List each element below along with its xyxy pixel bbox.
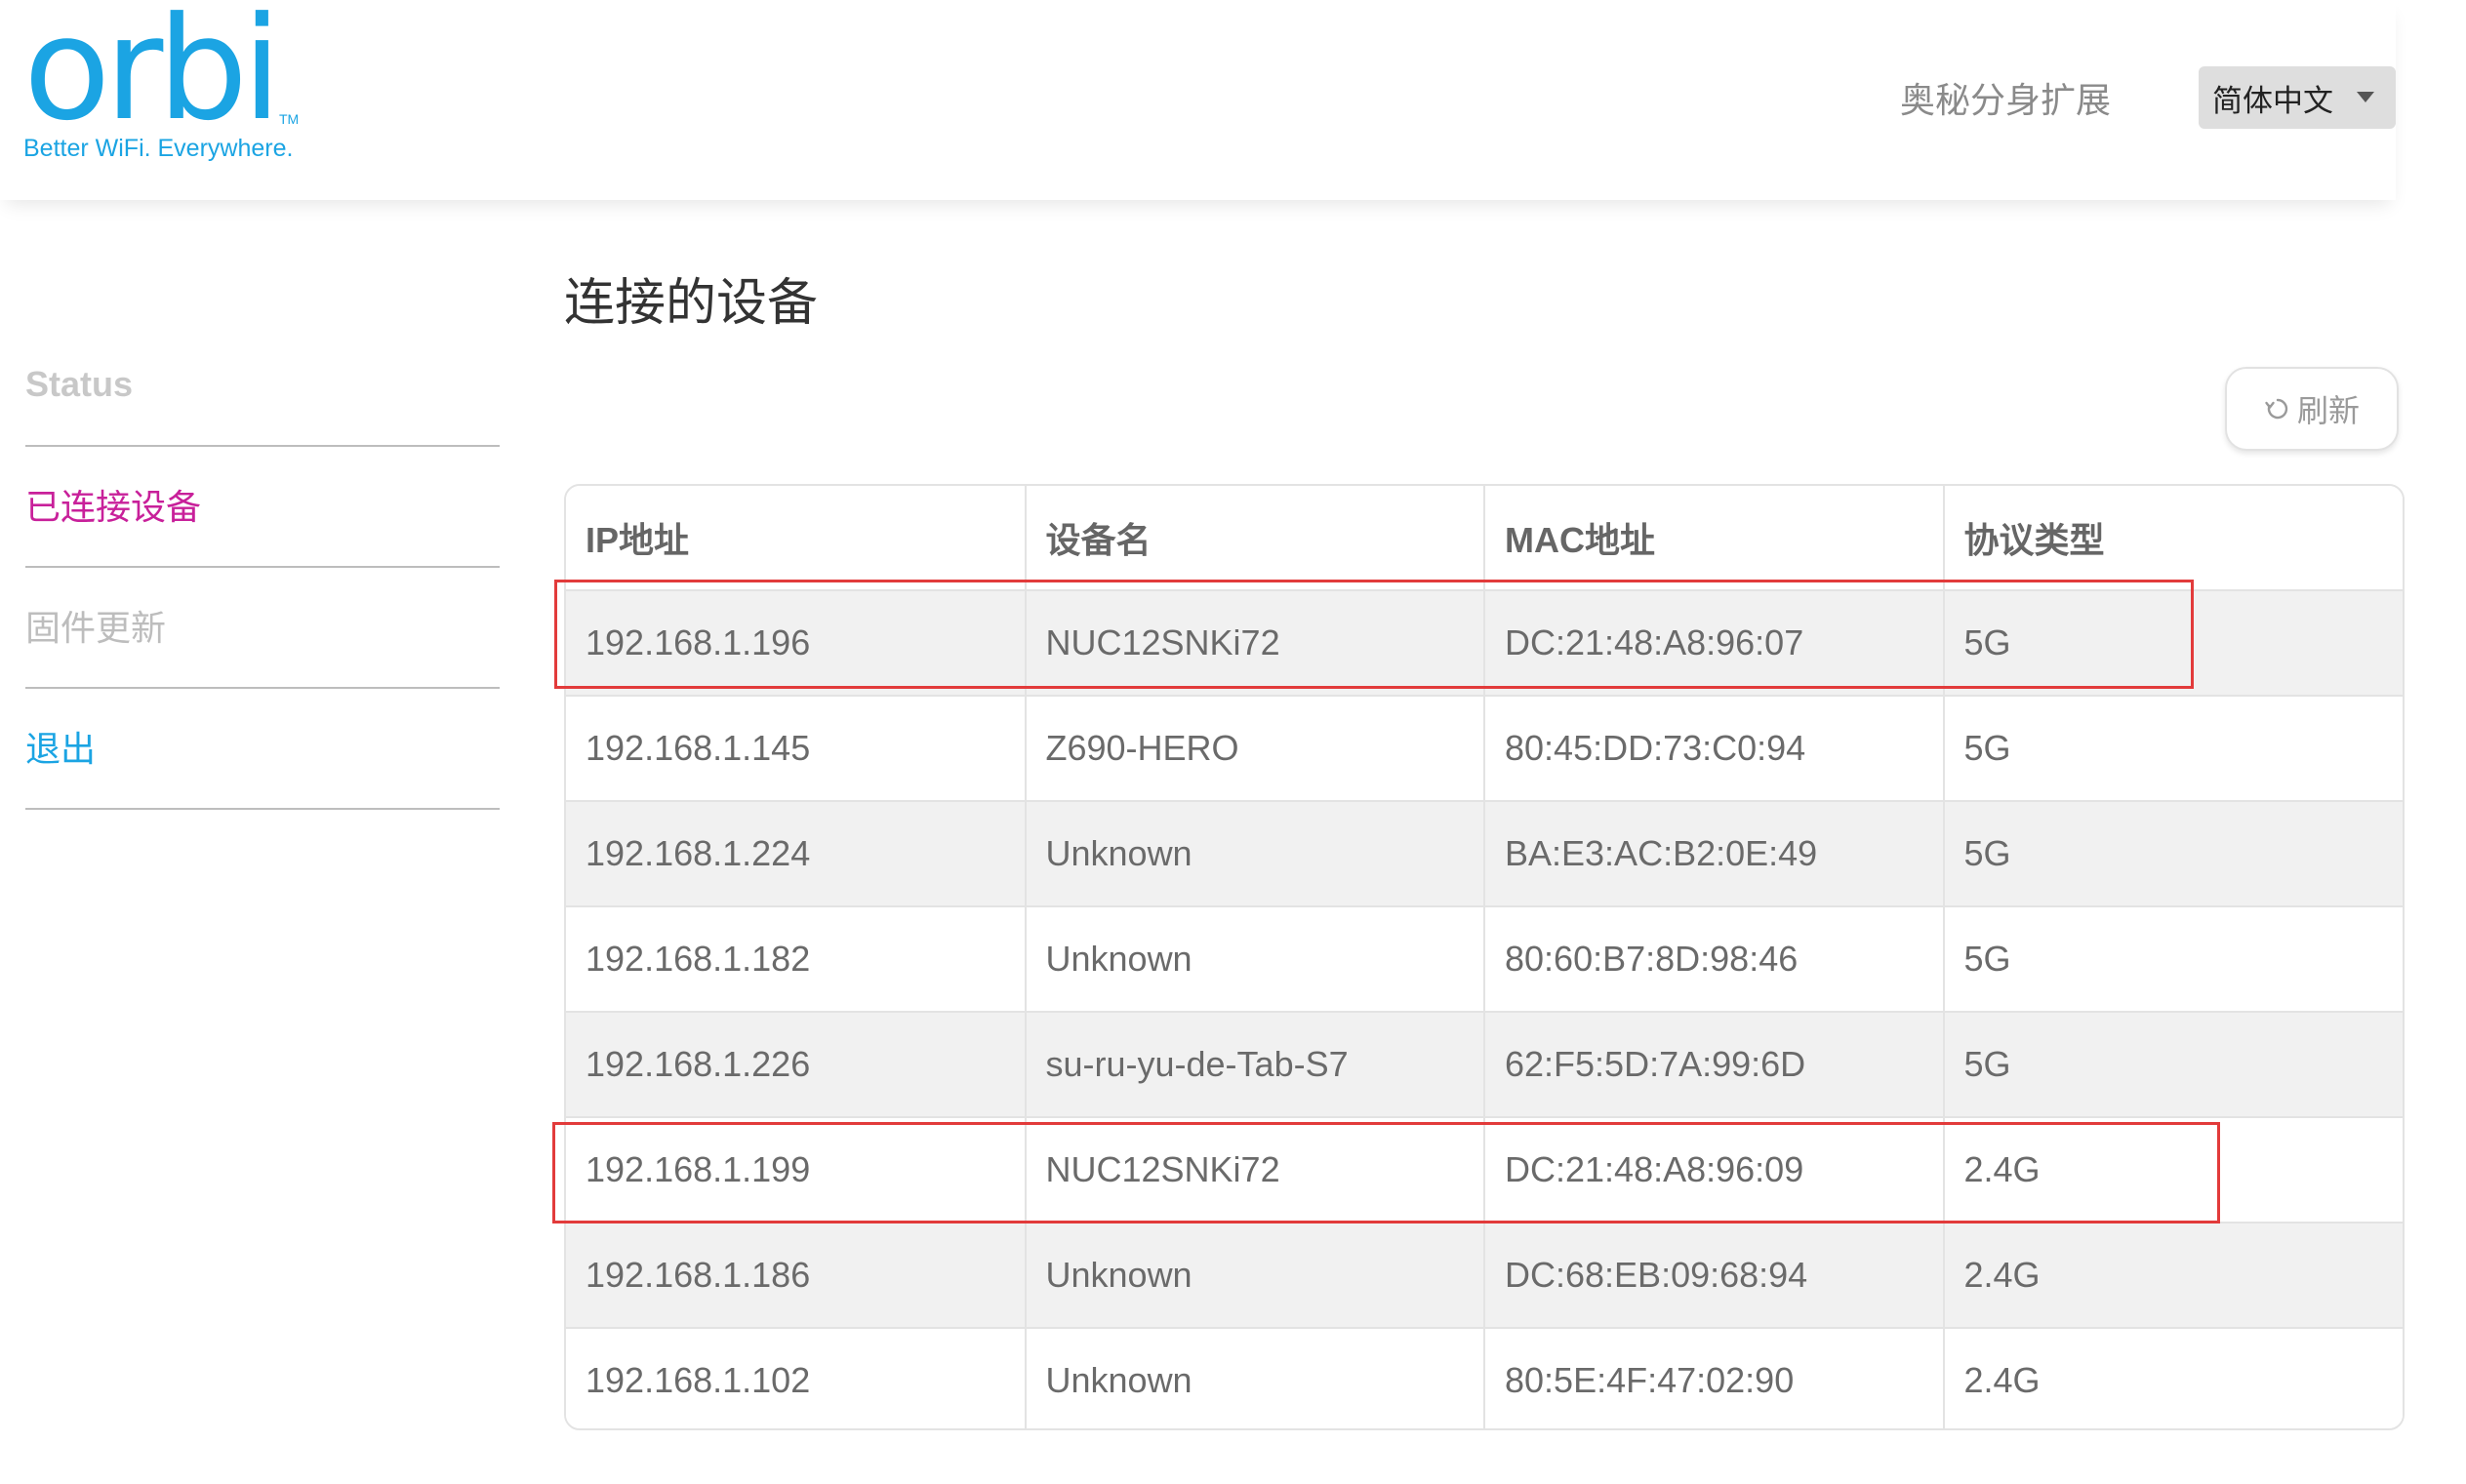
cell-device-name: Unknown [1025,1327,1485,1428]
cell-ip: 192.168.1.196 [566,589,1027,696]
cell-mac: DC:21:48:A8:96:07 [1484,589,1945,696]
cell-mac: 80:60:B7:8D:98:46 [1484,905,1945,1012]
refresh-button[interactable]: 刷新 [2225,367,2399,451]
cell-device-name: Unknown [1025,800,1485,906]
cell-mac: 62:F5:5D:7A:99:6D [1484,1011,1945,1117]
cell-device-name: NUC12SNKi72 [1025,589,1485,696]
cell-protocol: 2.4G [1943,1116,2403,1223]
page-title: 连接的设备 [564,275,819,332]
cell-ip: 192.168.1.226 [566,1011,1027,1117]
chevron-down-icon [2357,92,2374,102]
cell-mac: BA:E3:AC:B2:0E:49 [1484,800,1945,906]
cell-mac: 80:5E:4F:47:02:90 [1484,1327,1945,1428]
cell-device-name: NUC12SNKi72 [1025,1116,1485,1223]
table-row: 192.168.1.182 Unknown 80:60:B7:8D:98:46 … [566,905,2403,1012]
table-row: 192.168.1.145 Z690-HERO 80:45:DD:73:C0:9… [566,695,2403,801]
column-header-device-name: 设备名 [1025,486,1485,590]
cell-device-name: Z690-HERO [1025,695,1485,801]
cell-ip: 192.168.1.182 [566,905,1027,1012]
refresh-label: 刷新 [2296,393,2360,428]
extender-title: 奥秘分身扩展 [1899,80,2111,120]
cell-protocol: 5G [1943,589,2403,696]
cell-device-name: Unknown [1025,1222,1485,1328]
cell-protocol: 5G [1943,800,2403,906]
cell-ip: 192.168.1.186 [566,1222,1027,1328]
logo-wordmark: orbi [23,0,282,152]
cell-ip: 192.168.1.102 [566,1327,1027,1428]
orbi-logo[interactable]: orbi TM Better WiFi. Everywhere. [23,0,300,170]
sidebar-item-connected-devices[interactable]: 已连接设备 [25,447,500,568]
column-header-ip: IP地址 [566,486,1027,590]
table-row: 192.168.1.196 NUC12SNKi72 DC:21:48:A8:96… [566,589,2403,696]
cell-ip: 192.168.1.199 [566,1116,1027,1223]
table-row: 192.168.1.102 Unknown 80:5E:4F:47:02:90 … [566,1327,2403,1428]
logo-tagline: Better WiFi. Everywhere. [23,135,294,162]
table-row: 192.168.1.186 Unknown DC:68:EB:09:68:94 … [566,1222,2403,1328]
cell-ip: 192.168.1.224 [566,800,1027,906]
cell-protocol: 5G [1943,1011,2403,1117]
sidebar-nav: Status 已连接设备 固件更新 退出 [25,328,500,810]
table-header-row: IP地址 设备名 MAC地址 协议类型 [566,486,2403,590]
table-row: 192.168.1.226 su-ru-yu-de-Tab-S7 62:F5:5… [566,1011,2403,1117]
devices-table-container: IP地址 设备名 MAC地址 协议类型 192.168.1.196 NUC12S… [564,484,2405,1430]
cell-device-name: Unknown [1025,905,1485,1012]
sidebar-item-status[interactable]: Status [25,328,500,447]
table-row: 192.168.1.224 Unknown BA:E3:AC:B2:0E:49 … [566,800,2403,906]
language-selected-value: 简体中文 [2212,83,2333,118]
cell-mac: DC:21:48:A8:96:09 [1484,1116,1945,1223]
language-select[interactable]: 简体中文 [2199,66,2396,129]
cell-protocol: 5G [1943,695,2403,801]
logo-trademark: TM [279,111,300,127]
top-header: orbi TM Better WiFi. Everywhere. 奥秘分身扩展 … [0,0,2396,200]
cell-ip: 192.168.1.145 [566,695,1027,801]
cell-device-name: su-ru-yu-de-Tab-S7 [1025,1011,1485,1117]
column-header-protocol: 协议类型 [1943,486,2403,590]
cell-mac: 80:45:DD:73:C0:94 [1484,695,1945,801]
cell-protocol: 2.4G [1943,1222,2403,1328]
table-row: 192.168.1.199 NUC12SNKi72 DC:21:48:A8:96… [566,1116,2403,1223]
sidebar-item-logout[interactable]: 退出 [25,689,500,810]
cell-protocol: 5G [1943,905,2403,1012]
connected-devices-table: IP地址 设备名 MAC地址 协议类型 192.168.1.196 NUC12S… [566,486,2403,1428]
cell-protocol: 2.4G [1943,1327,2403,1428]
sidebar-item-firmware-update[interactable]: 固件更新 [25,568,500,689]
column-header-mac: MAC地址 [1484,486,1945,590]
cell-mac: DC:68:EB:09:68:94 [1484,1222,1945,1328]
refresh-icon [2265,398,2288,420]
